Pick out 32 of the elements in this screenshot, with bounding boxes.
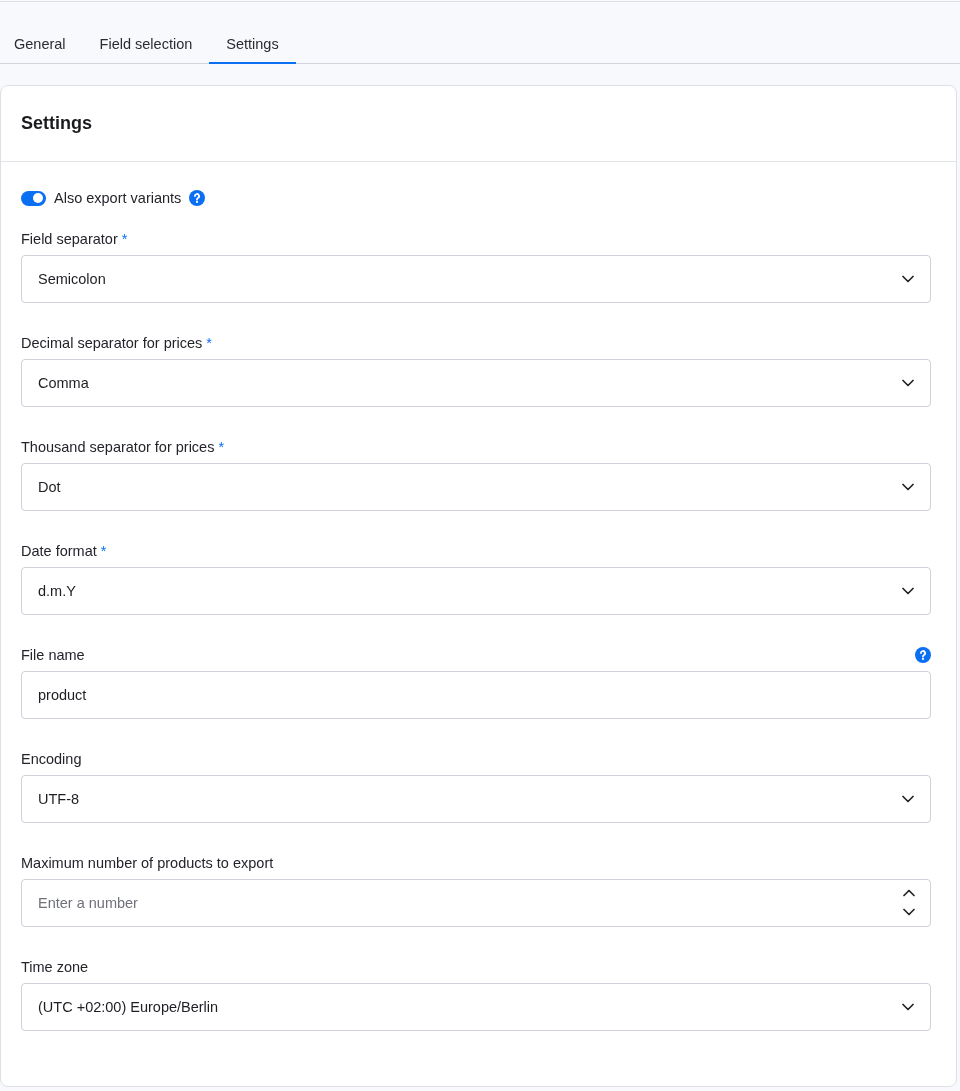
field-label: File name [21, 647, 85, 663]
chevron-down-icon[interactable] [902, 379, 914, 387]
input-field[interactable]: product [21, 671, 931, 719]
chevron-down-icon[interactable] [902, 587, 914, 595]
help-icon[interactable] [915, 647, 931, 663]
tab[interactable]: Settings [209, 26, 296, 64]
tab[interactable]: General [0, 26, 83, 64]
field-label: Decimal separator for prices * [21, 335, 212, 351]
card-title: Settings [21, 113, 92, 134]
help-icon[interactable] [189, 190, 206, 206]
select-field[interactable]: Semicolon [21, 255, 931, 303]
field-label: Date format * [21, 543, 107, 559]
chevron-down-icon[interactable] [902, 1003, 914, 1011]
field-label: Encoding [21, 751, 82, 767]
tab[interactable]: Field selection [82, 26, 210, 64]
field-label: Time zone [21, 959, 89, 975]
field-label: Thousand separator for prices * [21, 439, 225, 455]
chevron-down-icon[interactable] [902, 275, 914, 283]
select-field[interactable]: Dot [21, 463, 931, 511]
field-label: Maximum number of products to export [21, 855, 274, 871]
chevron-down-icon[interactable] [902, 795, 914, 803]
select-field[interactable]: d.m.Y [21, 567, 931, 615]
select-field[interactable]: UTF-8 [21, 775, 931, 823]
select-field[interactable]: Comma [21, 359, 931, 407]
select-field[interactable]: (UTC +02:00) Europe/Berlin [21, 983, 931, 1031]
number-field[interactable]: Enter a number [21, 879, 931, 927]
chevron-down-icon[interactable] [902, 483, 914, 491]
field-label: Field separator * [21, 231, 128, 247]
chevron-down-icon[interactable] [903, 908, 915, 916]
toggle-label: Also export variants [54, 190, 182, 206]
chevron-up-icon[interactable] [903, 889, 915, 897]
toggle-switch[interactable] [21, 190, 46, 206]
